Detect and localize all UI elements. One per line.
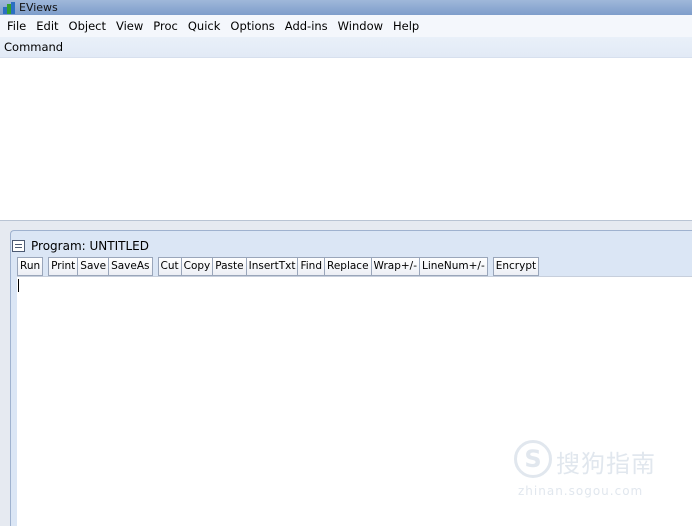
- command-label: Command: [4, 40, 64, 54]
- eviews-logo-icon: [3, 1, 16, 14]
- inserttxt-button[interactable]: InsertTxt: [245, 257, 299, 276]
- command-input-area[interactable]: [0, 58, 692, 220]
- wrap-button[interactable]: Wrap+/-: [370, 257, 420, 276]
- replace-button[interactable]: Replace: [324, 257, 372, 276]
- menu-file[interactable]: File: [2, 19, 31, 33]
- menu-proc[interactable]: Proc: [148, 19, 183, 33]
- command-bar: Command: [0, 37, 692, 58]
- paste-button[interactable]: Paste: [212, 257, 247, 276]
- encrypt-button[interactable]: Encrypt: [492, 257, 540, 276]
- app-title: EViews: [19, 1, 58, 14]
- find-button[interactable]: Find: [297, 257, 325, 276]
- program-toolbar: Run Print Save SaveAs Cut Copy Paste InsertTxt F…: [17, 257, 540, 276]
- saveas-button[interactable]: SaveAs: [108, 257, 153, 276]
- app-title-bar[interactable]: EViews: [0, 0, 692, 15]
- menu-window[interactable]: Window: [333, 19, 388, 33]
- menu-view[interactable]: View: [111, 19, 148, 33]
- program-window-title: Program: UNTITLED: [31, 239, 149, 253]
- run-button[interactable]: Run: [17, 257, 44, 276]
- copy-button[interactable]: Copy: [180, 257, 214, 276]
- menu-bar: File Edit Object View Proc Quick Options Add-in…: [0, 15, 692, 37]
- print-button[interactable]: Print: [48, 257, 79, 276]
- menu-add-ins[interactable]: Add-ins: [280, 19, 333, 33]
- linenum-button[interactable]: LineNum+/-: [419, 257, 488, 276]
- program-window-title-bar[interactable]: Program: UNTITLED: [12, 236, 149, 256]
- menu-quick[interactable]: Quick: [183, 19, 226, 33]
- menu-edit[interactable]: Edit: [31, 19, 63, 33]
- menu-options[interactable]: Options: [225, 19, 279, 33]
- program-editor[interactable]: [17, 276, 692, 526]
- cut-button[interactable]: Cut: [157, 257, 182, 276]
- save-button[interactable]: Save: [77, 257, 110, 276]
- menu-help[interactable]: Help: [388, 19, 424, 33]
- text-caret: [18, 279, 19, 292]
- menu-object[interactable]: Object: [64, 19, 111, 33]
- program-window-icon: [12, 240, 25, 252]
